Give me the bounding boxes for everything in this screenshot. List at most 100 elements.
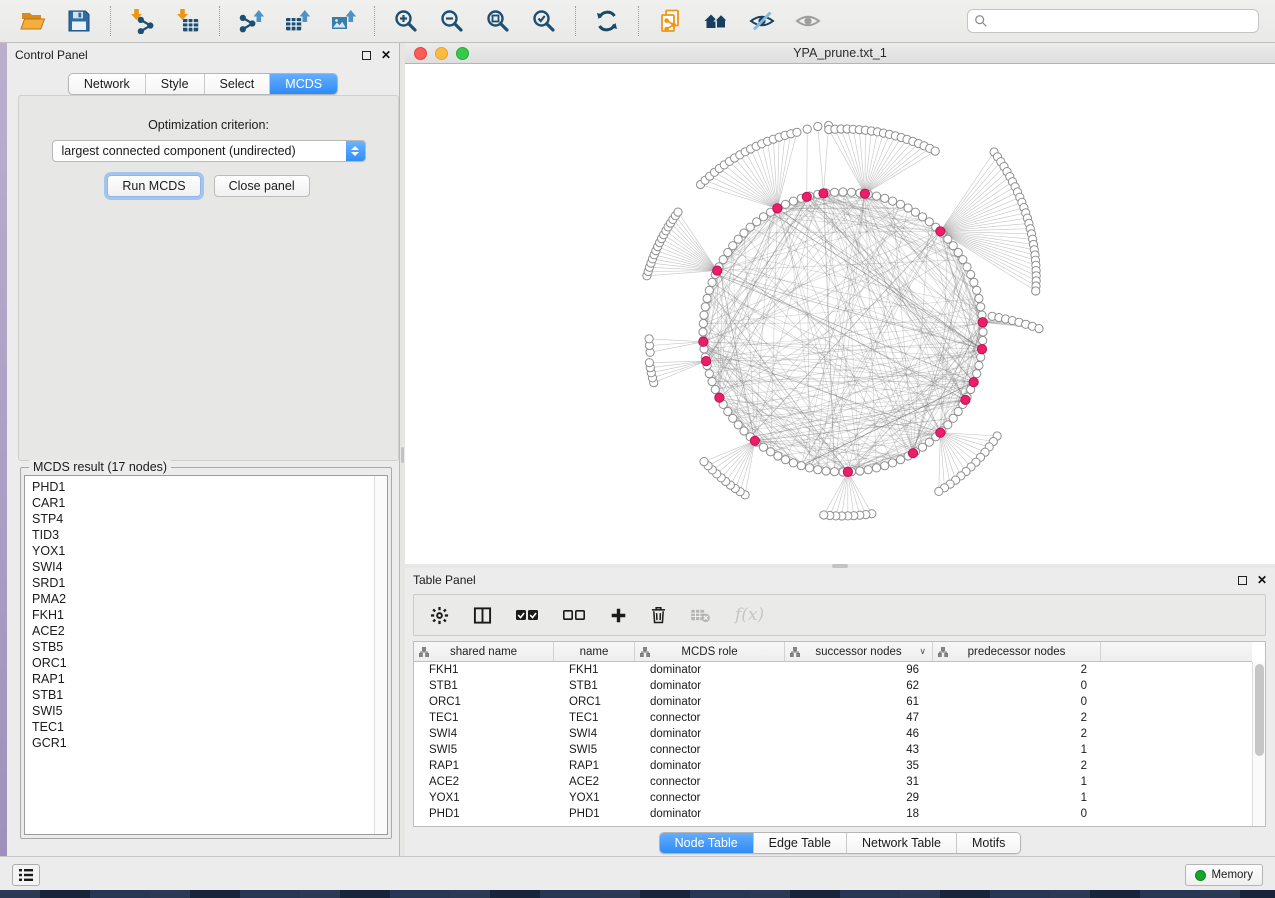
run-mcds-button[interactable]: Run MCDS: [107, 175, 200, 197]
new-network-from-selection-icon[interactable]: [656, 7, 684, 35]
tab-select[interactable]: Select: [205, 74, 271, 94]
cell-shared-name[interactable]: ACE2: [414, 776, 554, 788]
network-graph[interactable]: [405, 64, 1275, 564]
cell-MCDS-role[interactable]: dominator: [635, 680, 785, 692]
close-panel-button[interactable]: Close panel: [214, 175, 310, 197]
import-network-file-icon[interactable]: [128, 7, 156, 35]
scrollbar-thumb[interactable]: [1255, 664, 1264, 756]
cell-shared-name[interactable]: PHD1: [414, 808, 554, 820]
mcds-result-item[interactable]: YOX1: [32, 543, 374, 559]
cell-predecessor-nodes[interactable]: 0: [933, 696, 1101, 708]
mcds-list-scrollbar[interactable]: [374, 476, 387, 834]
cell-predecessor-nodes[interactable]: 2: [933, 712, 1101, 724]
mcds-result-item[interactable]: PHD1: [32, 479, 374, 495]
column-header-MCDS-role[interactable]: MCDS role: [635, 642, 785, 661]
cell-successor-nodes[interactable]: 61: [785, 696, 933, 708]
mcds-result-item[interactable]: STB5: [32, 639, 374, 655]
close-panel-icon[interactable]: ✕: [1257, 574, 1267, 586]
cell-name[interactable]: SWI4: [554, 728, 635, 740]
table-row[interactable]: SWI4SWI4dominator462: [414, 726, 1252, 742]
cell-predecessor-nodes[interactable]: 0: [933, 680, 1101, 692]
table-row[interactable]: ORC1ORC1dominator610: [414, 694, 1252, 710]
cell-shared-name[interactable]: SWI4: [414, 728, 554, 740]
mcds-result-item[interactable]: PMA2: [32, 591, 374, 607]
cell-MCDS-role[interactable]: dominator: [635, 728, 785, 740]
zoom-in-icon[interactable]: [392, 7, 420, 35]
mcds-result-item[interactable]: TEC1: [32, 719, 374, 735]
cell-predecessor-nodes[interactable]: 1: [933, 776, 1101, 788]
mcds-result-item[interactable]: SWI5: [32, 703, 374, 719]
tab-node-table[interactable]: Node Table: [660, 833, 754, 853]
cell-MCDS-role[interactable]: dominator: [635, 760, 785, 772]
cell-predecessor-nodes[interactable]: 2: [933, 728, 1101, 740]
hide-selected-icon[interactable]: [748, 7, 776, 35]
cell-predecessor-nodes[interactable]: 1: [933, 744, 1101, 756]
open-file-icon[interactable]: [19, 7, 47, 35]
network-canvas[interactable]: [405, 64, 1275, 564]
column-header-shared-name[interactable]: shared name: [414, 642, 554, 661]
mcds-result-item[interactable]: TID3: [32, 527, 374, 543]
float-window-icon[interactable]: [1238, 576, 1247, 585]
cell-name[interactable]: STB1: [554, 680, 635, 692]
select-all-checkboxes-icon[interactable]: [516, 608, 539, 622]
cell-predecessor-nodes[interactable]: 2: [933, 760, 1101, 772]
cell-shared-name[interactable]: STB1: [414, 680, 554, 692]
cell-name[interactable]: ORC1: [554, 696, 635, 708]
tab-network[interactable]: Network: [69, 74, 146, 94]
column-header-predecessor-nodes[interactable]: predecessor nodes: [933, 642, 1101, 661]
apply-layout-icon[interactable]: [593, 7, 621, 35]
tab-mcds[interactable]: MCDS: [270, 74, 337, 94]
cell-successor-nodes[interactable]: 31: [785, 776, 933, 788]
tab-style[interactable]: Style: [146, 74, 205, 94]
cell-successor-nodes[interactable]: 35: [785, 760, 933, 772]
zoom-selected-icon[interactable]: [530, 7, 558, 35]
cell-successor-nodes[interactable]: 47: [785, 712, 933, 724]
cell-shared-name[interactable]: ORC1: [414, 696, 554, 708]
table-row[interactable]: TEC1TEC1connector472: [414, 710, 1252, 726]
memory-button[interactable]: Memory: [1185, 864, 1263, 886]
cell-shared-name[interactable]: FKH1: [414, 664, 554, 676]
mcds-result-item[interactable]: STP4: [32, 511, 374, 527]
add-column-icon[interactable]: [610, 607, 627, 624]
cell-name[interactable]: TEC1: [554, 712, 635, 724]
search-box[interactable]: [967, 9, 1259, 33]
table-row[interactable]: SWI5SWI5connector431: [414, 742, 1252, 758]
cell-name[interactable]: YOX1: [554, 792, 635, 804]
mcds-result-item[interactable]: SRD1: [32, 575, 374, 591]
cell-shared-name[interactable]: TEC1: [414, 712, 554, 724]
table-row[interactable]: YOX1YOX1connector291: [414, 790, 1252, 806]
split-columns-icon[interactable]: [473, 606, 492, 625]
cell-successor-nodes[interactable]: 18: [785, 808, 933, 820]
cell-shared-name[interactable]: SWI5: [414, 744, 554, 756]
cell-MCDS-role[interactable]: dominator: [635, 664, 785, 676]
mcds-result-item[interactable]: ORC1: [32, 655, 374, 671]
splitter-grip[interactable]: [401, 447, 404, 463]
mcds-result-item[interactable]: CAR1: [32, 495, 374, 511]
cell-successor-nodes[interactable]: 46: [785, 728, 933, 740]
mcds-result-item[interactable]: RAP1: [32, 671, 374, 687]
cell-successor-nodes[interactable]: 62: [785, 680, 933, 692]
optimization-criterion-dropdown[interactable]: largest connected component (undirected): [52, 140, 366, 162]
tab-motifs[interactable]: Motifs: [957, 833, 1020, 853]
mcds-result-item[interactable]: SWI4: [32, 559, 374, 575]
deselect-all-checkboxes-icon[interactable]: [563, 608, 586, 622]
tab-edge-table[interactable]: Edge Table: [754, 833, 847, 853]
cell-name[interactable]: ACE2: [554, 776, 635, 788]
tab-network-table[interactable]: Network Table: [847, 833, 957, 853]
first-neighbors-icon[interactable]: [702, 7, 730, 35]
cell-name[interactable]: SWI5: [554, 744, 635, 756]
zoom-fit-icon[interactable]: [484, 7, 512, 35]
cell-shared-name[interactable]: YOX1: [414, 792, 554, 804]
cell-successor-nodes[interactable]: 29: [785, 792, 933, 804]
column-header-successor-nodes[interactable]: successor nodes∨: [785, 642, 933, 661]
cell-successor-nodes[interactable]: 43: [785, 744, 933, 756]
mcds-result-list[interactable]: PHD1CAR1STP4TID3YOX1SWI4SRD1PMA2FKH1ACE2…: [24, 475, 388, 835]
cell-MCDS-role[interactable]: connector: [635, 792, 785, 804]
zoom-out-icon[interactable]: [438, 7, 466, 35]
cell-MCDS-role[interactable]: dominator: [635, 808, 785, 820]
export-image-icon[interactable]: [329, 7, 357, 35]
mcds-result-item[interactable]: FKH1: [32, 607, 374, 623]
table-row[interactable]: FKH1FKH1dominator962: [414, 662, 1252, 678]
cell-predecessor-nodes[interactable]: 1: [933, 792, 1101, 804]
cell-MCDS-role[interactable]: connector: [635, 712, 785, 724]
